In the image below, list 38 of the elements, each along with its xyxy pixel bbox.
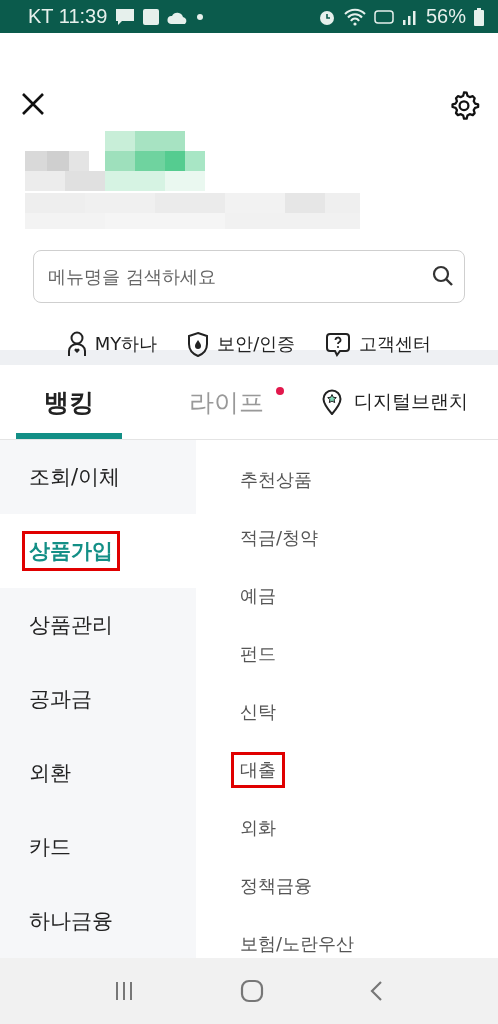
submenu-item[interactable]: 추천상품 — [231, 462, 321, 498]
category-item[interactable]: 공과금 — [0, 662, 196, 736]
category-item[interactable]: 상품관리 — [0, 588, 196, 662]
submenu-item[interactable]: 신탁 — [231, 694, 285, 730]
quick-link[interactable]: 보안/인증 — [187, 331, 296, 357]
help-icon — [325, 331, 352, 357]
shield-icon — [187, 331, 210, 357]
settings-icon[interactable] — [448, 89, 480, 121]
dot-icon — [197, 13, 204, 20]
hd-icon — [373, 9, 394, 24]
search-field[interactable]: 메뉴명을 검색하세요 — [33, 250, 465, 303]
person-icon — [66, 331, 87, 357]
submenu-item[interactable]: 적금/청약 — [231, 520, 328, 556]
signal-icon — [401, 8, 418, 25]
submenu-item[interactable]: 펀드 — [231, 636, 285, 672]
category-item[interactable]: 카드 — [0, 810, 196, 884]
location-pin-icon — [322, 389, 342, 415]
submenu-item[interactable]: 예금 — [231, 578, 285, 614]
submenu-item[interactable]: 대출 — [231, 752, 285, 788]
submenu-item[interactable]: 보험/노란우산 — [231, 926, 364, 958]
app-notification-icon — [143, 8, 160, 25]
submenu-item[interactable]: 정책금융 — [231, 868, 321, 904]
category-item[interactable]: 외환 — [0, 736, 196, 810]
status-time: KT 11:39 — [28, 5, 108, 28]
digital-branch-link[interactable]: 디지털브랜치 — [322, 365, 498, 439]
search-icon — [431, 264, 455, 288]
category-item[interactable]: 하나금융 — [0, 884, 196, 958]
submenu-item[interactable]: 외화 — [231, 810, 285, 846]
category-item[interactable]: 상품가입 — [0, 514, 196, 588]
close-icon[interactable] — [20, 91, 46, 117]
category-item[interactable]: 조회/이체 — [0, 440, 196, 514]
battery-icon — [474, 7, 484, 26]
battery-percent: 56% — [425, 5, 466, 28]
wifi-icon — [343, 7, 366, 26]
message-icon — [115, 7, 136, 26]
home-icon[interactable] — [240, 979, 264, 1003]
quick-link[interactable]: 고객센터 — [325, 331, 432, 357]
quick-link[interactable]: MY하나 — [66, 331, 158, 357]
